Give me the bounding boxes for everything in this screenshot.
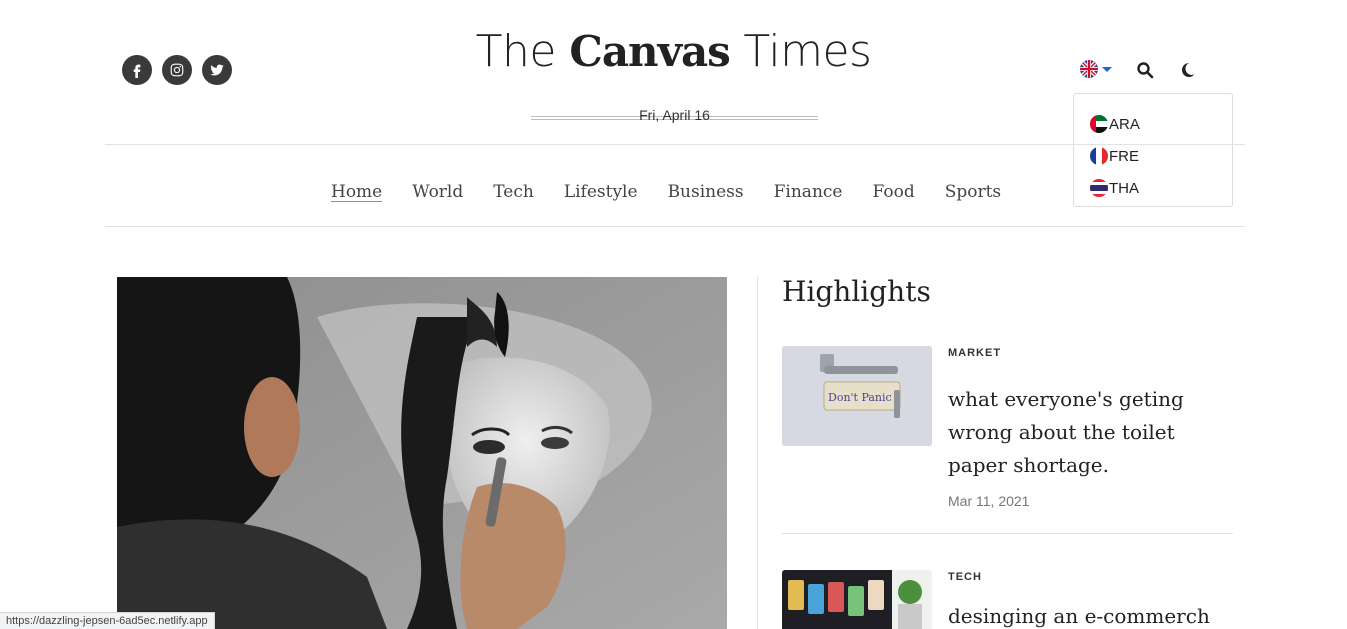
column-divider [757, 277, 758, 629]
uk-flag-icon[interactable] [1080, 60, 1098, 78]
header-divider [105, 144, 1245, 145]
language-option-ara[interactable]: ARA [1074, 108, 1232, 140]
highlights-title: Highlights [782, 275, 931, 308]
language-selector[interactable] [1080, 60, 1112, 78]
uae-flag-icon [1090, 115, 1108, 133]
nav-divider [105, 226, 1245, 227]
date-bar: Fri, April 16 [531, 106, 818, 126]
nav-home[interactable]: Home [331, 182, 382, 202]
language-option-label: ARA [1109, 115, 1140, 133]
moon-icon[interactable] [1178, 61, 1196, 79]
main-nav: Home World Tech Lifestyle Business Finan… [331, 182, 1001, 202]
nav-lifestyle[interactable]: Lifestyle [564, 182, 638, 202]
toilet-roll-text: Don't Panic [828, 391, 892, 404]
article-divider [782, 533, 1233, 534]
nav-business[interactable]: Business [668, 182, 744, 202]
thailand-flag-icon [1090, 179, 1108, 197]
nav-world[interactable]: World [412, 182, 463, 202]
article-thumbnail[interactable] [782, 570, 932, 629]
status-url: https://dazzling-jepsen-6ad5ec.netlify.a… [0, 612, 215, 629]
title-part-3: Times [729, 26, 872, 77]
article-thumbnail[interactable]: Don't Panic [782, 346, 932, 446]
title-part-2: Canvas [569, 27, 730, 76]
nav-finance[interactable]: Finance [774, 182, 843, 202]
article-category[interactable]: TECH [948, 571, 982, 583]
nav-food[interactable]: Food [872, 182, 914, 202]
language-option-label: FRE [1109, 147, 1139, 165]
chevron-down-icon[interactable] [1102, 66, 1112, 72]
article-headline[interactable]: desinging an e-commerch [948, 600, 1218, 629]
search-icon[interactable] [1136, 61, 1154, 79]
nav-tech[interactable]: Tech [493, 182, 534, 202]
hero-image[interactable] [117, 277, 727, 629]
language-menu: ARA FRE THA [1073, 93, 1233, 207]
article-headline[interactable]: what everyone's geting wrong about the t… [948, 383, 1218, 482]
article-date: Mar 11, 2021 [948, 493, 1030, 509]
nav-sports[interactable]: Sports [945, 182, 1001, 202]
current-date: Fri, April 16 [639, 107, 710, 123]
language-option-label: THA [1109, 179, 1139, 197]
france-flag-icon [1090, 147, 1108, 165]
article-category[interactable]: MARKET [948, 347, 1001, 359]
title-part-1: The [475, 26, 570, 77]
language-option-tha[interactable]: THA [1074, 172, 1232, 204]
